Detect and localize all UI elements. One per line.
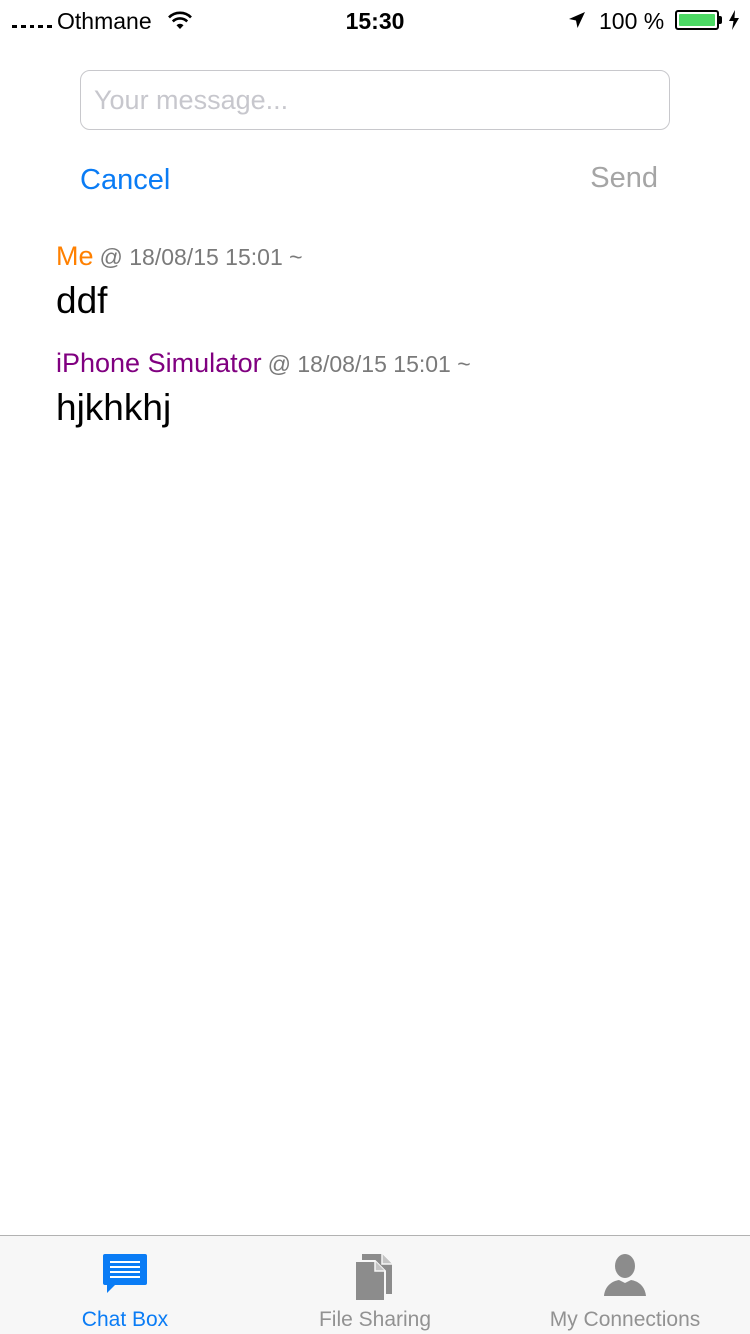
message-input[interactable] — [80, 70, 670, 130]
message-header: iPhone Simulator @ 18/08/15 15:01 ~ — [56, 345, 716, 386]
tab-my-connections[interactable]: My Connections — [500, 1236, 750, 1334]
tab-label: File Sharing — [318, 1308, 432, 1331]
message-item: iPhone Simulator @ 18/08/15 15:01 ~ hjkhk… — [56, 345, 716, 430]
status-bar: Othmane 15:30 100 % — [0, 0, 750, 40]
message-header: Me @ 18/08/15 15:01 ~ — [56, 238, 716, 279]
tab-bar: Chat Box File Sharing My Connections — [0, 1235, 750, 1334]
charging-bolt-icon — [729, 10, 739, 30]
message-timestamp: @ 18/08/15 15:01 ~ — [99, 244, 303, 270]
send-button[interactable]: Send — [590, 158, 658, 198]
tab-label: Chat Box — [81, 1308, 169, 1331]
documents-icon — [354, 1254, 392, 1302]
battery-percent: 100 % — [599, 8, 665, 34]
tab-label: My Connections — [549, 1308, 701, 1331]
message-item: Me @ 18/08/15 15:01 ~ ddf — [56, 238, 716, 323]
person-icon — [604, 1254, 646, 1296]
tab-file-sharing[interactable]: File Sharing — [250, 1236, 500, 1334]
message-sender: Me — [56, 241, 94, 271]
tab-chat-box[interactable]: Chat Box — [0, 1236, 250, 1334]
battery-icon — [675, 10, 719, 30]
location-arrow-icon — [569, 12, 585, 28]
screen: Othmane 15:30 100 % Cancel Send Me@ 18/0… — [0, 0, 750, 1334]
message-timestamp: @ 18/08/15 15:01 ~ — [267, 351, 471, 377]
message-text: hjkhkhj — [56, 387, 172, 428]
message-sender: iPhone Simulator — [56, 348, 262, 378]
message-text: ddf — [56, 280, 108, 321]
chat-bubble-icon — [103, 1254, 147, 1293]
cancel-button[interactable]: Cancel — [80, 160, 170, 200]
message-list: Me @ 18/08/15 15:01 ~ ddf iPhone Simulato… — [56, 238, 716, 452]
battery-nub — [719, 16, 722, 24]
